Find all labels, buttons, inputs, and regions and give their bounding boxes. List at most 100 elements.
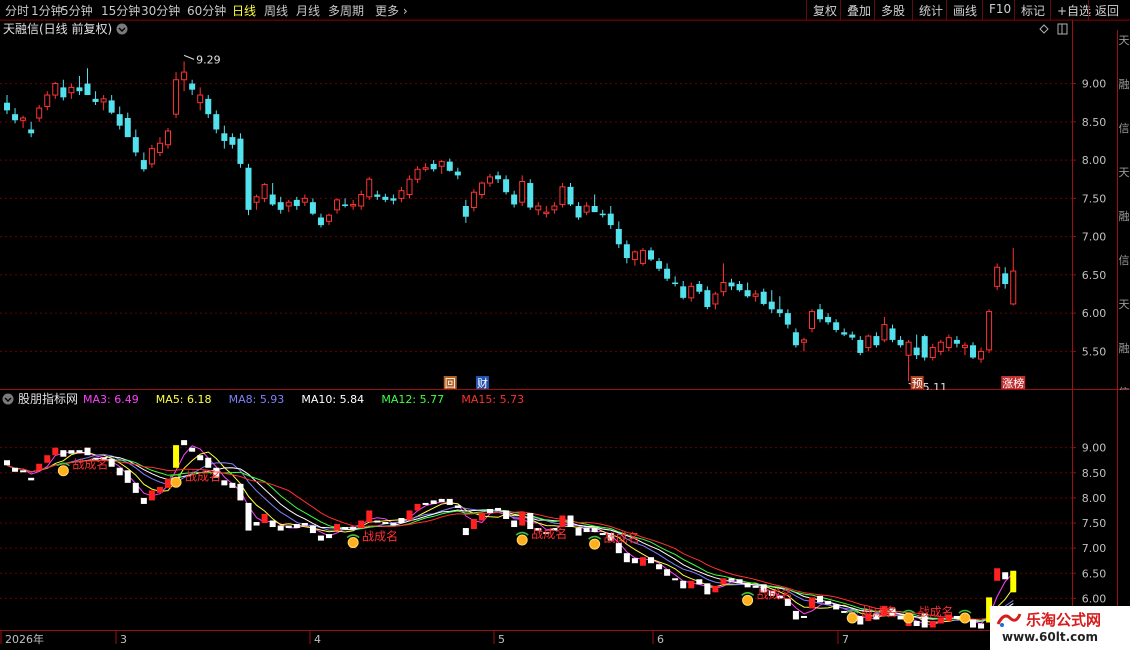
candle-body-105[interactable] bbox=[849, 334, 856, 338]
candle-body-113[interactable] bbox=[913, 347, 920, 356]
period-tab-10[interactable]: 更多 › bbox=[375, 2, 408, 19]
title-dropdown-icon[interactable] bbox=[116, 23, 128, 35]
indicator-dropdown-icon[interactable] bbox=[2, 393, 14, 405]
candle-body-50[interactable] bbox=[406, 178, 413, 196]
candle-body-90[interactable] bbox=[728, 282, 735, 287]
candle-body-51[interactable] bbox=[414, 168, 421, 180]
candle-body-31[interactable] bbox=[253, 196, 260, 203]
candle-body-76[interactable] bbox=[615, 228, 622, 245]
candle-body-86[interactable] bbox=[696, 284, 703, 292]
candle-body-13[interactable] bbox=[108, 100, 115, 113]
candle-body-28[interactable] bbox=[229, 137, 236, 145]
candle-body-82[interactable] bbox=[664, 268, 671, 279]
candle-body-21[interactable] bbox=[173, 79, 180, 115]
candle-body-92[interactable] bbox=[744, 290, 751, 297]
candle-body-46[interactable] bbox=[374, 194, 381, 197]
toolbar-button-2[interactable]: 多股 bbox=[874, 0, 911, 20]
candle-body-124[interactable] bbox=[1002, 273, 1009, 285]
candle-body-87[interactable] bbox=[704, 290, 711, 308]
candle-body-83[interactable] bbox=[672, 282, 679, 285]
candle-body-14[interactable] bbox=[116, 114, 123, 126]
diamond-icon[interactable] bbox=[1039, 24, 1049, 34]
candle-body-0[interactable] bbox=[4, 102, 10, 111]
toolbar-button-5[interactable]: F10 bbox=[982, 0, 1017, 20]
candle-body-103[interactable] bbox=[833, 322, 840, 330]
candle-body-41[interactable] bbox=[334, 199, 341, 211]
candle-body-7[interactable] bbox=[60, 87, 67, 98]
candle-body-58[interactable] bbox=[470, 191, 477, 209]
candle-body-62[interactable] bbox=[503, 179, 510, 193]
period-tab-7[interactable]: 周线 bbox=[264, 2, 288, 19]
candle-body-23[interactable] bbox=[189, 83, 196, 90]
candle-body-96[interactable] bbox=[776, 309, 783, 314]
candle-body-48[interactable] bbox=[390, 198, 397, 201]
candle-body-20[interactable] bbox=[165, 130, 171, 146]
candle-body-59[interactable] bbox=[478, 182, 485, 196]
candle-body-77[interactable] bbox=[623, 244, 630, 259]
candle-body-64[interactable] bbox=[519, 181, 526, 203]
candle-body-40[interactable] bbox=[326, 214, 332, 222]
candle-body-60[interactable] bbox=[487, 176, 493, 184]
period-tab-2[interactable]: 5分钟 bbox=[61, 2, 93, 19]
candle-body-68[interactable] bbox=[551, 205, 558, 211]
candle-body-35[interactable] bbox=[285, 201, 292, 207]
candle-body-73[interactable] bbox=[591, 206, 598, 213]
candle-body-61[interactable] bbox=[495, 175, 502, 180]
candle-body-97[interactable] bbox=[784, 313, 791, 325]
candle-body-33[interactable] bbox=[269, 194, 276, 205]
candle-body-39[interactable] bbox=[317, 217, 324, 226]
candle-body-55[interactable] bbox=[446, 161, 453, 171]
candle-body-5[interactable] bbox=[44, 94, 51, 108]
candle-body-78[interactable] bbox=[631, 251, 638, 261]
candle-body-102[interactable] bbox=[825, 316, 832, 323]
candle-body-53[interactable] bbox=[430, 163, 437, 170]
candle-body-49[interactable] bbox=[398, 190, 405, 199]
candle-body-56[interactable] bbox=[454, 171, 461, 176]
candle-body-125[interactable] bbox=[1010, 270, 1017, 305]
period-tab-6[interactable]: 日线 bbox=[232, 2, 256, 19]
candle-body-66[interactable] bbox=[535, 205, 542, 211]
candle-body-123[interactable] bbox=[994, 266, 1001, 287]
candle-body-9[interactable] bbox=[76, 87, 83, 92]
candle-body-37[interactable] bbox=[301, 197, 308, 203]
candle-body-119[interactable] bbox=[961, 344, 968, 349]
candle-body-85[interactable] bbox=[688, 285, 695, 299]
toolbar-button-3[interactable]: 统计 bbox=[912, 0, 949, 20]
candle-body-44[interactable] bbox=[358, 194, 365, 207]
candle-body-75[interactable] bbox=[607, 213, 614, 226]
candle-body-74[interactable] bbox=[599, 213, 606, 216]
candle-body-95[interactable] bbox=[768, 301, 775, 310]
candle-body-114[interactable] bbox=[921, 336, 928, 358]
candle-body-104[interactable] bbox=[841, 332, 848, 335]
period-tab-8[interactable]: 月线 bbox=[296, 2, 320, 19]
candle-body-43[interactable] bbox=[350, 203, 357, 207]
candle-body-4[interactable] bbox=[36, 107, 43, 119]
candle-body-16[interactable] bbox=[132, 137, 139, 153]
period-tab-3[interactable]: 15分钟 bbox=[101, 2, 140, 19]
candle-body-72[interactable] bbox=[583, 205, 590, 213]
candle-body-19[interactable] bbox=[156, 142, 163, 153]
candle-body-99[interactable] bbox=[800, 339, 807, 343]
candle-body-112[interactable] bbox=[905, 341, 912, 356]
candle-body-84[interactable] bbox=[680, 286, 687, 298]
period-tab-0[interactable]: 分时 bbox=[5, 2, 29, 19]
candle-body-12[interactable] bbox=[100, 98, 107, 103]
indicator-chart[interactable]: 6.00 6.50 7.00 7.50 8.00 8.50 9.00 股朋指标网 MA3: 6.… bbox=[0, 390, 1130, 630]
candle-body-89[interactable] bbox=[720, 282, 727, 293]
toolbar-button-1[interactable]: 叠加 bbox=[840, 0, 877, 20]
candle-body-100[interactable] bbox=[809, 311, 815, 329]
candle-body-34[interactable] bbox=[277, 202, 284, 210]
candle-body-65[interactable] bbox=[527, 183, 534, 208]
candle-body-115[interactable] bbox=[929, 347, 936, 359]
candle-body-108[interactable] bbox=[873, 336, 880, 346]
candle-body-94[interactable] bbox=[760, 291, 767, 304]
candlestick-chart[interactable]: 5.50 6.00 6.50 7.00 7.50 8.00 8.50 9.00 天融信(日线 前… bbox=[0, 20, 1130, 399]
candle-body-8[interactable] bbox=[68, 86, 75, 94]
candle-body-117[interactable] bbox=[945, 337, 952, 349]
toolbar-button-0[interactable]: 复权 bbox=[806, 0, 843, 20]
period-tab-4[interactable]: 30分钟 bbox=[141, 2, 180, 19]
candle-body-107[interactable] bbox=[865, 335, 872, 349]
candle-body-116[interactable] bbox=[937, 341, 944, 352]
period-tab-9[interactable]: 多周期 bbox=[328, 2, 364, 19]
candle-body-45[interactable] bbox=[366, 178, 373, 198]
